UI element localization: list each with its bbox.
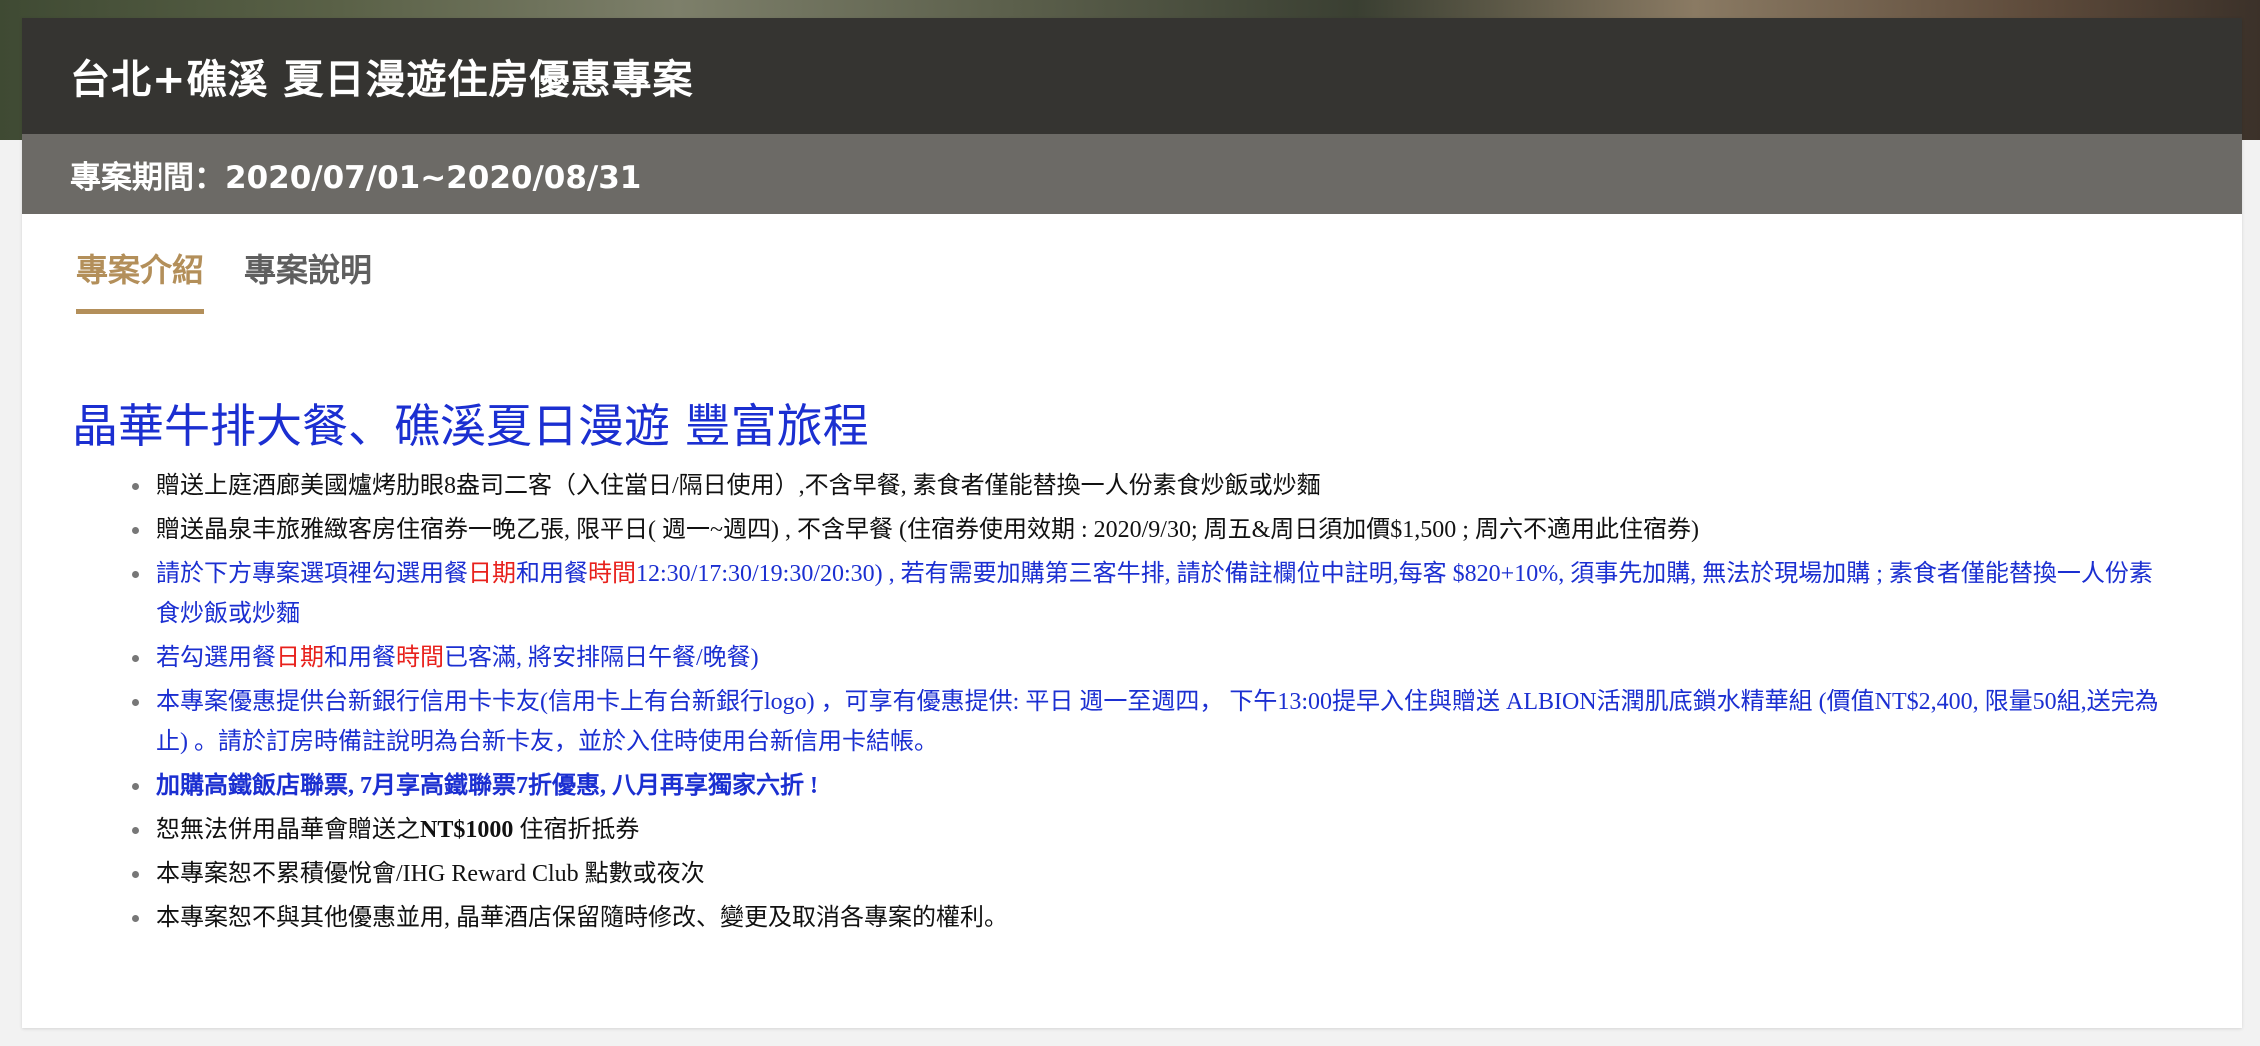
item-text: 已客滿, 將安排隔日午餐/晚餐)	[444, 645, 759, 671]
list-item: 請於下方專案選項裡勾選用餐日期和用餐時間12:30/17:30/19:30/20…	[152, 554, 2170, 634]
promotion-period: 專案期間：2020/07/01~2020/08/31	[22, 134, 2242, 214]
content-headline: 晶華牛排大餐、礁溪夏日漫遊 豐富旅程	[72, 399, 869, 454]
list-item: 恕無法併用晶華會贈送之NT$1000 住宿折抵券	[152, 810, 2170, 850]
item-text: 住宿折抵券	[513, 817, 640, 843]
list-item: 贈送上庭酒廊美國爐烤肋眼8盎司二客（入住當日/隔日使用）,不含早餐, 素食者僅能…	[152, 466, 2170, 506]
item-text: 和用餐	[516, 561, 588, 587]
promotion-details-list: 贈送上庭酒廊美國爐烤肋眼8盎司二客（入住當日/隔日使用）,不含早餐, 素食者僅能…	[90, 466, 2170, 942]
list-item: 本專案恕不與其他優惠並用, 晶華酒店保留隨時修改、變更及取消各專案的權利。	[152, 898, 2170, 938]
promotion-title: 台北+礁溪 夏日漫遊住房優惠專案	[22, 18, 2242, 134]
time-highlight: 時間	[396, 645, 444, 671]
date-highlight: 日期	[468, 561, 516, 587]
date-highlight: 日期	[276, 645, 324, 671]
list-item: 加購高鐵飯店聯票, 7月享高鐵聯票7折優惠, 八月再享獨家六折 !	[152, 766, 2170, 806]
item-text: 請於下方專案選項裡勾選用餐	[156, 561, 468, 587]
list-item: 本專案恕不累積優悅會/IHG Reward Club 點數或夜次	[152, 854, 2170, 894]
tab-description[interactable]: 專案說明	[244, 245, 372, 314]
list-item: 本專案優惠提供台新銀行信用卡卡友(信用卡上有台新銀行logo) ，可享有優惠提供…	[152, 682, 2170, 762]
voucher-amount: NT$1000	[420, 817, 514, 843]
item-text: 和用餐	[324, 645, 396, 671]
list-item: 贈送晶泉丰旅雅緻客房住宿券一晚乙張, 限平日( 週一~週四) , 不含早餐 (住…	[152, 510, 2170, 550]
item-text: 恕無法併用晶華會贈送之	[156, 817, 420, 843]
tab-introduction[interactable]: 專案介紹	[76, 245, 205, 314]
tab-bar: 專案介紹 專案說明	[76, 245, 412, 314]
list-item: 若勾選用餐日期和用餐時間已客滿, 將安排隔日午餐/晚餐)	[152, 638, 2170, 678]
item-text: 若勾選用餐	[156, 645, 276, 671]
time-highlight: 時間	[588, 561, 636, 587]
